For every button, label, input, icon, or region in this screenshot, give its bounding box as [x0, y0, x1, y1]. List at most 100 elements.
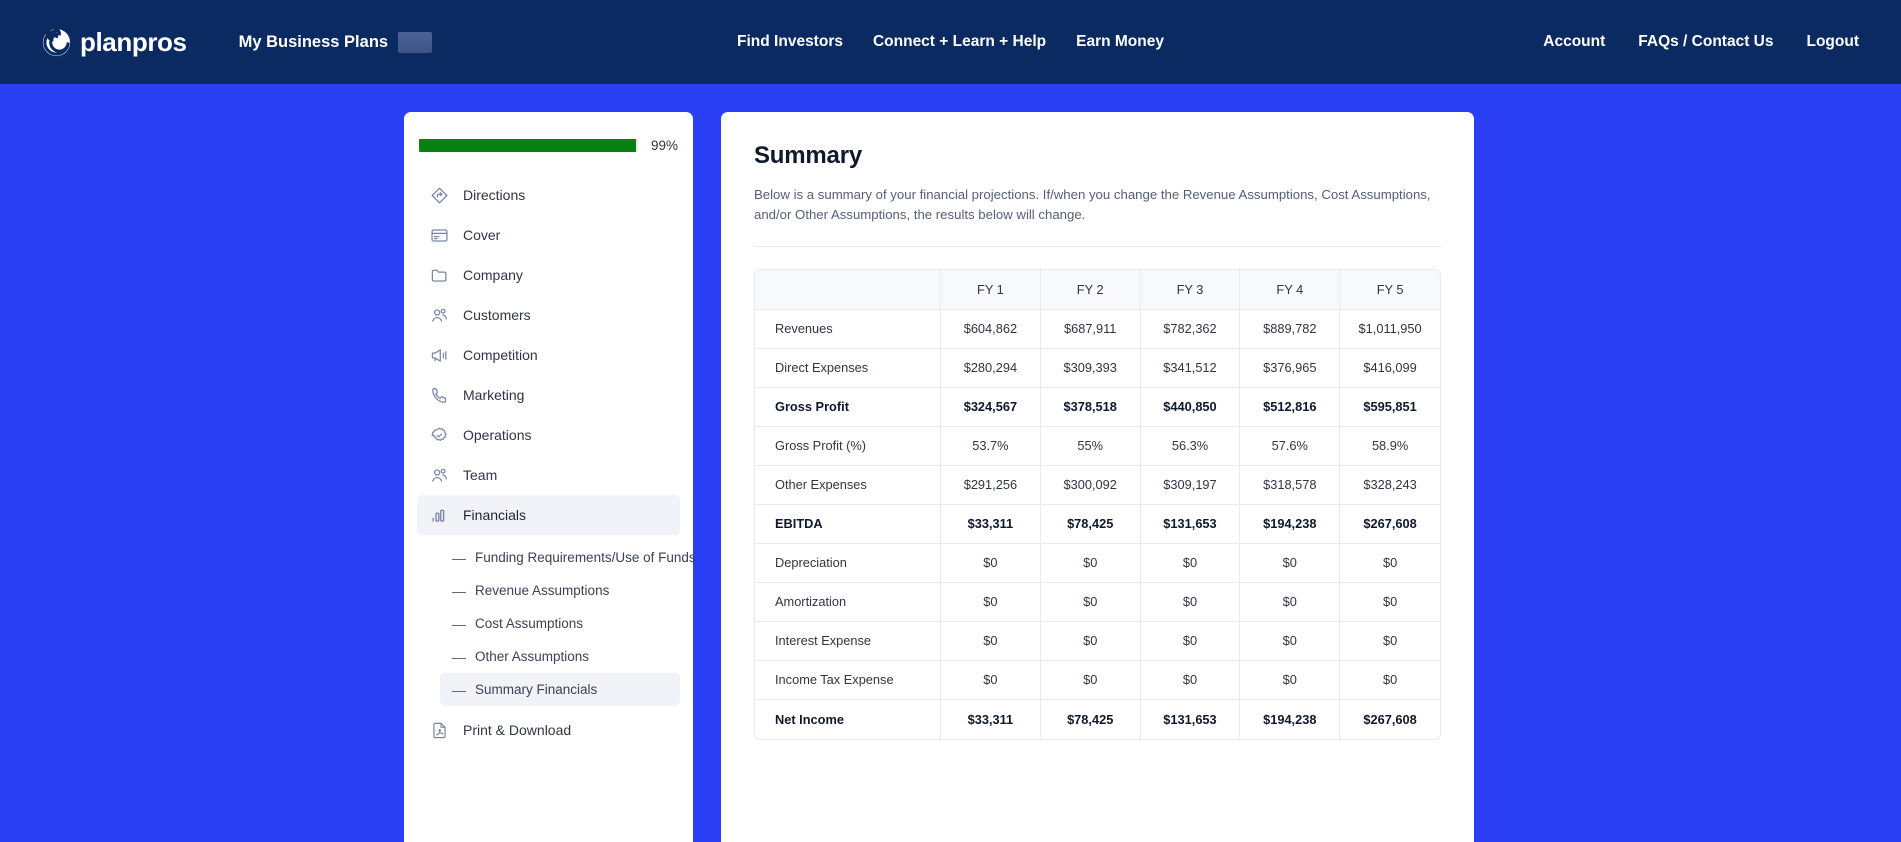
sidebar-subitem-label: Cost Assumptions — [475, 616, 583, 631]
cell-value: $291,256 — [941, 466, 1041, 505]
sidebar-item-print-download[interactable]: Print & Download — [417, 710, 680, 750]
sidebar-item-marketing[interactable]: Marketing — [417, 375, 680, 415]
nav-link-earn-money[interactable]: Earn Money — [1076, 33, 1164, 51]
cell-value: $440,850 — [1141, 388, 1241, 427]
nav-link-find-investors[interactable]: Find Investors — [737, 33, 843, 51]
sidebar-item-label: Print & Download — [463, 722, 571, 738]
cell-value: $376,965 — [1240, 349, 1340, 388]
table-row: Income Tax Expense $0 $0 $0 $0 $0 — [755, 661, 1440, 700]
table-corner-header — [755, 270, 941, 310]
my-business-plans-menu[interactable]: My Business Plans — [239, 32, 432, 53]
sub-dash-icon: — — [452, 683, 466, 697]
phone-icon — [429, 385, 449, 405]
sidebar-item-financials[interactable]: Financials — [417, 495, 680, 535]
nav-link-account[interactable]: Account — [1543, 33, 1605, 51]
row-label: Interest Expense — [755, 622, 941, 661]
plan-completion-progress: 99% — [417, 132, 680, 153]
cell-value: $512,816 — [1240, 388, 1340, 427]
sidebar-subitem-summary-financials[interactable]: — Summary Financials — [440, 673, 680, 706]
cell-value: $782,362 — [1141, 310, 1241, 349]
sidebar-item-directions[interactable]: Directions — [417, 175, 680, 215]
cell-value: $0 — [1041, 583, 1141, 622]
sub-dash-icon: — — [452, 650, 466, 664]
sidebar-item-label: Directions — [463, 187, 525, 203]
cell-value: $0 — [1340, 583, 1440, 622]
cell-value: $0 — [1340, 622, 1440, 661]
sidebar-subitem-label: Summary Financials — [475, 682, 597, 697]
table-row: Net Income $33,311 $78,425 $131,653 $194… — [755, 700, 1440, 739]
sidebar-item-operations[interactable]: Operations — [417, 415, 680, 455]
cell-value: $0 — [1240, 622, 1340, 661]
sidebar-item-cover[interactable]: Cover — [417, 215, 680, 255]
cell-value: $267,608 — [1340, 700, 1440, 739]
gear-check-icon — [429, 425, 449, 445]
cell-value: $0 — [1340, 661, 1440, 700]
sidebar-nav: Directions Cover Compa — [417, 175, 680, 750]
sidebar-subitem-label: Revenue Assumptions — [475, 583, 609, 598]
table-row: EBITDA $33,311 $78,425 $131,653 $194,238… — [755, 505, 1440, 544]
sub-dash-icon: — — [452, 551, 466, 565]
row-label: Net Income — [755, 700, 941, 739]
megaphone-icon — [429, 345, 449, 365]
table-row: Direct Expenses $280,294 $309,393 $341,5… — [755, 349, 1440, 388]
sidebar-item-customers[interactable]: Customers — [417, 295, 680, 335]
brand-logo[interactable]: planpros — [42, 28, 187, 57]
progress-fill — [419, 139, 636, 152]
row-label: EBITDA — [755, 505, 941, 544]
table-row: Gross Profit (%) 53.7% 55% 56.3% 57.6% 5… — [755, 427, 1440, 466]
cell-value: $341,512 — [1141, 349, 1241, 388]
cell-value: 57.6% — [1240, 427, 1340, 466]
cell-value: $378,518 — [1041, 388, 1141, 427]
sidebar-item-label: Cover — [463, 227, 500, 243]
cell-value: $309,393 — [1041, 349, 1141, 388]
cell-value: $324,567 — [941, 388, 1041, 427]
cell-value: $33,311 — [941, 700, 1041, 739]
sidebar-subitem-cost-assumptions[interactable]: — Cost Assumptions — [440, 607, 680, 640]
nav-link-logout[interactable]: Logout — [1806, 33, 1859, 51]
sidebar-item-label: Team — [463, 467, 497, 483]
table-header-row: FY 1 FY 2 FY 3 FY 4 FY 5 — [755, 270, 1440, 310]
cell-value: $131,653 — [1141, 505, 1241, 544]
row-label: Gross Profit — [755, 388, 941, 427]
folder-icon — [429, 265, 449, 285]
cell-value: $318,578 — [1240, 466, 1340, 505]
cell-value: $416,099 — [1340, 349, 1440, 388]
table-row: Other Expenses $291,256 $300,092 $309,19… — [755, 466, 1440, 505]
cell-value: 53.7% — [941, 427, 1041, 466]
cell-value: $0 — [941, 544, 1041, 583]
sidebar-item-team[interactable]: Team — [417, 455, 680, 495]
cell-value: $0 — [941, 583, 1041, 622]
sidebar-subitem-revenue-assumptions[interactable]: — Revenue Assumptions — [440, 574, 680, 607]
cell-value: $0 — [1041, 544, 1141, 583]
my-business-plans-label: My Business Plans — [239, 33, 388, 52]
spiral-logo-icon — [42, 28, 71, 57]
cell-value: $0 — [941, 661, 1041, 700]
column-header-fy3: FY 3 — [1141, 270, 1241, 310]
sidebar-subitem-other-assumptions[interactable]: — Other Assumptions — [440, 640, 680, 673]
sidebar-subitem-funding-requirements[interactable]: — Funding Requirements/Use of Funds — [440, 541, 680, 574]
sidebar-item-competition[interactable]: Competition — [417, 335, 680, 375]
cell-value: $267,608 — [1340, 505, 1440, 544]
account-nav: Account FAQs / Contact Us Logout — [1543, 33, 1859, 51]
cell-value: $280,294 — [941, 349, 1041, 388]
cell-value: 56.3% — [1141, 427, 1241, 466]
nav-link-connect-learn-help[interactable]: Connect + Learn + Help — [873, 33, 1046, 51]
column-header-fy4: FY 4 — [1240, 270, 1340, 310]
card-icon — [429, 225, 449, 245]
cell-value: $595,851 — [1340, 388, 1440, 427]
column-header-fy2: FY 2 — [1041, 270, 1141, 310]
sidebar-item-company[interactable]: Company — [417, 255, 680, 295]
bar-chart-icon — [429, 505, 449, 525]
cell-value: $328,243 — [1340, 466, 1440, 505]
column-header-fy1: FY 1 — [941, 270, 1041, 310]
table-row: Depreciation $0 $0 $0 $0 $0 — [755, 544, 1440, 583]
cell-value: $0 — [1141, 622, 1241, 661]
sub-dash-icon: — — [452, 617, 466, 631]
top-navigation-bar: planpros My Business Plans Find Investor… — [0, 0, 1901, 84]
cell-value: $309,197 — [1141, 466, 1241, 505]
page-title: Summary — [754, 142, 1441, 170]
row-label: Direct Expenses — [755, 349, 941, 388]
nav-link-faqs-contact-us[interactable]: FAQs / Contact Us — [1638, 33, 1773, 51]
cell-value: 55% — [1041, 427, 1141, 466]
people-icon — [429, 305, 449, 325]
